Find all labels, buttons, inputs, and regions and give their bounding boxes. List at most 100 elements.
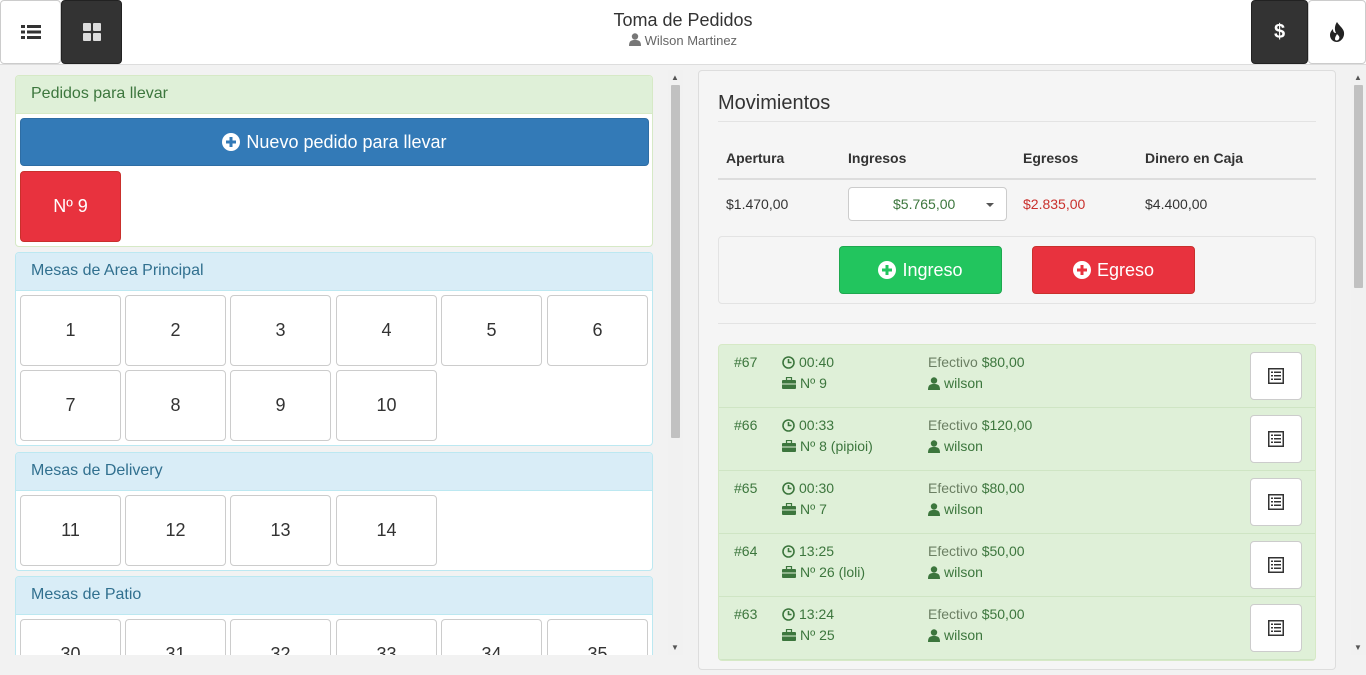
view-order-button[interactable]	[1250, 352, 1302, 400]
table-tile[interactable]: 32	[230, 619, 331, 655]
order-user-text: wilson	[944, 564, 983, 580]
amount-value: $50,00	[981, 543, 1025, 559]
table-tile[interactable]: 6	[547, 295, 648, 366]
order-amount: Efectivo $50,00	[928, 606, 1025, 622]
order-number-text: Nº 7	[800, 501, 827, 517]
order-number-text: Nº 25	[800, 627, 835, 643]
receipt-icon	[1268, 494, 1284, 510]
order-number: Nº 7	[782, 501, 827, 517]
amount-value: $120,00	[981, 417, 1033, 433]
table-tile[interactable]: 14	[336, 495, 437, 566]
order-row: #65 00:30 Nº 7 Efectivo $80,00 wilson	[719, 471, 1315, 534]
header-egresos: Egresos	[1023, 150, 1079, 166]
order-time-text: 00:30	[799, 480, 835, 496]
user-icon	[928, 502, 940, 516]
order-number: Nº 25	[782, 627, 835, 643]
page-title: Toma de Pedidos	[613, 10, 753, 30]
receipt-icon	[1268, 368, 1284, 384]
table-tile[interactable]: 30	[20, 619, 121, 655]
movements-scrollbar[interactable]: ▲ ▼	[1351, 70, 1366, 655]
value-caja: $4.400,00	[1145, 196, 1208, 212]
tables-scrollbar[interactable]: ▲ ▼	[668, 70, 683, 655]
plus-circle-icon	[222, 133, 241, 151]
order-user: wilson	[928, 564, 983, 580]
caret-down-icon	[986, 203, 994, 207]
actions-well: Ingreso Egreso	[718, 236, 1316, 304]
table-tile[interactable]: 5	[441, 295, 542, 366]
scroll-up-icon[interactable]: ▲	[671, 74, 679, 82]
order-time: 13:24	[782, 606, 834, 622]
briefcase-icon	[782, 440, 796, 452]
payment-method: Efectivo	[928, 480, 978, 496]
egreso-button[interactable]: Egreso	[1032, 246, 1195, 294]
view-order-button[interactable]	[1250, 478, 1302, 526]
header-ingresos: Ingresos	[848, 150, 907, 166]
takeaway-title: Pedidos para llevar	[16, 76, 652, 114]
tables-pane: Pedidos para llevar Nuevo pedido para ll…	[0, 65, 668, 655]
divider	[718, 121, 1316, 122]
dollar-icon: $	[1273, 20, 1286, 43]
table-tile[interactable]: 4	[336, 295, 437, 366]
table-header-rule	[718, 178, 1316, 180]
order-amount: Efectivo $120,00	[928, 417, 1032, 433]
cash-button[interactable]: $	[1251, 0, 1308, 64]
egreso-label: Egreso	[1096, 259, 1155, 280]
order-user-text: wilson	[944, 375, 983, 391]
order-number: Nº 9	[782, 375, 827, 391]
table-tile[interactable]: 10	[336, 370, 437, 441]
table-tile[interactable]: 9	[230, 370, 331, 441]
plus-circle-icon	[1072, 261, 1091, 279]
order-time-text: 13:24	[799, 606, 835, 622]
order-user-text: wilson	[944, 438, 983, 454]
view-order-button[interactable]	[1250, 541, 1302, 589]
order-row: #64 13:25 Nº 26 (loli) Efectivo $50,00 w…	[719, 534, 1315, 597]
order-id: #63	[734, 606, 758, 622]
table-tile[interactable]: 8	[125, 370, 226, 441]
new-takeaway-button[interactable]: Nuevo pedido para llevar	[20, 118, 649, 166]
scroll-up-icon[interactable]: ▲	[1354, 74, 1362, 82]
table-tile[interactable]: 34	[441, 619, 542, 655]
table-tile[interactable]: 35	[547, 619, 648, 655]
payment-method: Efectivo	[928, 354, 978, 370]
table-tile[interactable]: 1	[20, 295, 121, 366]
ingreso-button[interactable]: Ingreso	[839, 246, 1002, 294]
section-title: Mesas de Area Principal	[16, 253, 652, 291]
scroll-thumb[interactable]	[671, 85, 680, 438]
briefcase-icon	[782, 566, 796, 578]
table-tile[interactable]: 12	[125, 495, 226, 566]
table-tile[interactable]: 31	[125, 619, 226, 655]
scroll-down-icon[interactable]: ▼	[671, 644, 679, 652]
scroll-thumb[interactable]	[1354, 85, 1363, 288]
order-time: 00:33	[782, 417, 834, 433]
table-tile[interactable]: 2	[125, 295, 226, 366]
header-apertura: Apertura	[726, 150, 785, 166]
table-tile[interactable]: 33	[336, 619, 437, 655]
ingresos-value: $5.765,00	[893, 196, 956, 212]
user-icon	[928, 565, 940, 579]
takeaway-order-tile[interactable]: Nº 9	[20, 171, 121, 242]
payment-method: Efectivo	[928, 543, 978, 559]
table-tile[interactable]: 7	[20, 370, 121, 441]
section-area-principal: Mesas de Area Principal 1 2 3 4 5 6 7 8 …	[15, 252, 653, 446]
payment-method: Efectivo	[928, 606, 978, 622]
kitchen-button[interactable]	[1308, 0, 1366, 64]
user-icon	[928, 628, 940, 642]
receipt-icon	[1268, 557, 1284, 573]
table-tile[interactable]: 3	[230, 295, 331, 366]
table-tile[interactable]: 13	[230, 495, 331, 566]
clock-icon	[782, 607, 795, 621]
section-title: Mesas de Delivery	[16, 453, 652, 491]
receipt-icon	[1268, 620, 1284, 636]
scroll-down-icon[interactable]: ▼	[1354, 644, 1362, 652]
ingresos-dropdown[interactable]: $5.765,00	[848, 187, 1007, 221]
order-time: 00:30	[782, 480, 834, 496]
order-time-text: 00:40	[799, 354, 835, 370]
view-order-button[interactable]	[1250, 415, 1302, 463]
view-order-button[interactable]	[1250, 604, 1302, 652]
value-apertura: $1.470,00	[726, 196, 789, 212]
amount-value: $80,00	[981, 354, 1025, 370]
table-tile[interactable]: 11	[20, 495, 121, 566]
order-row: #67 00:40 Nº 9 Efectivo $80,00 wilson	[719, 345, 1315, 408]
order-number: Nº 8 (pipioi)	[782, 438, 873, 454]
new-takeaway-label: Nuevo pedido para llevar	[246, 131, 447, 152]
